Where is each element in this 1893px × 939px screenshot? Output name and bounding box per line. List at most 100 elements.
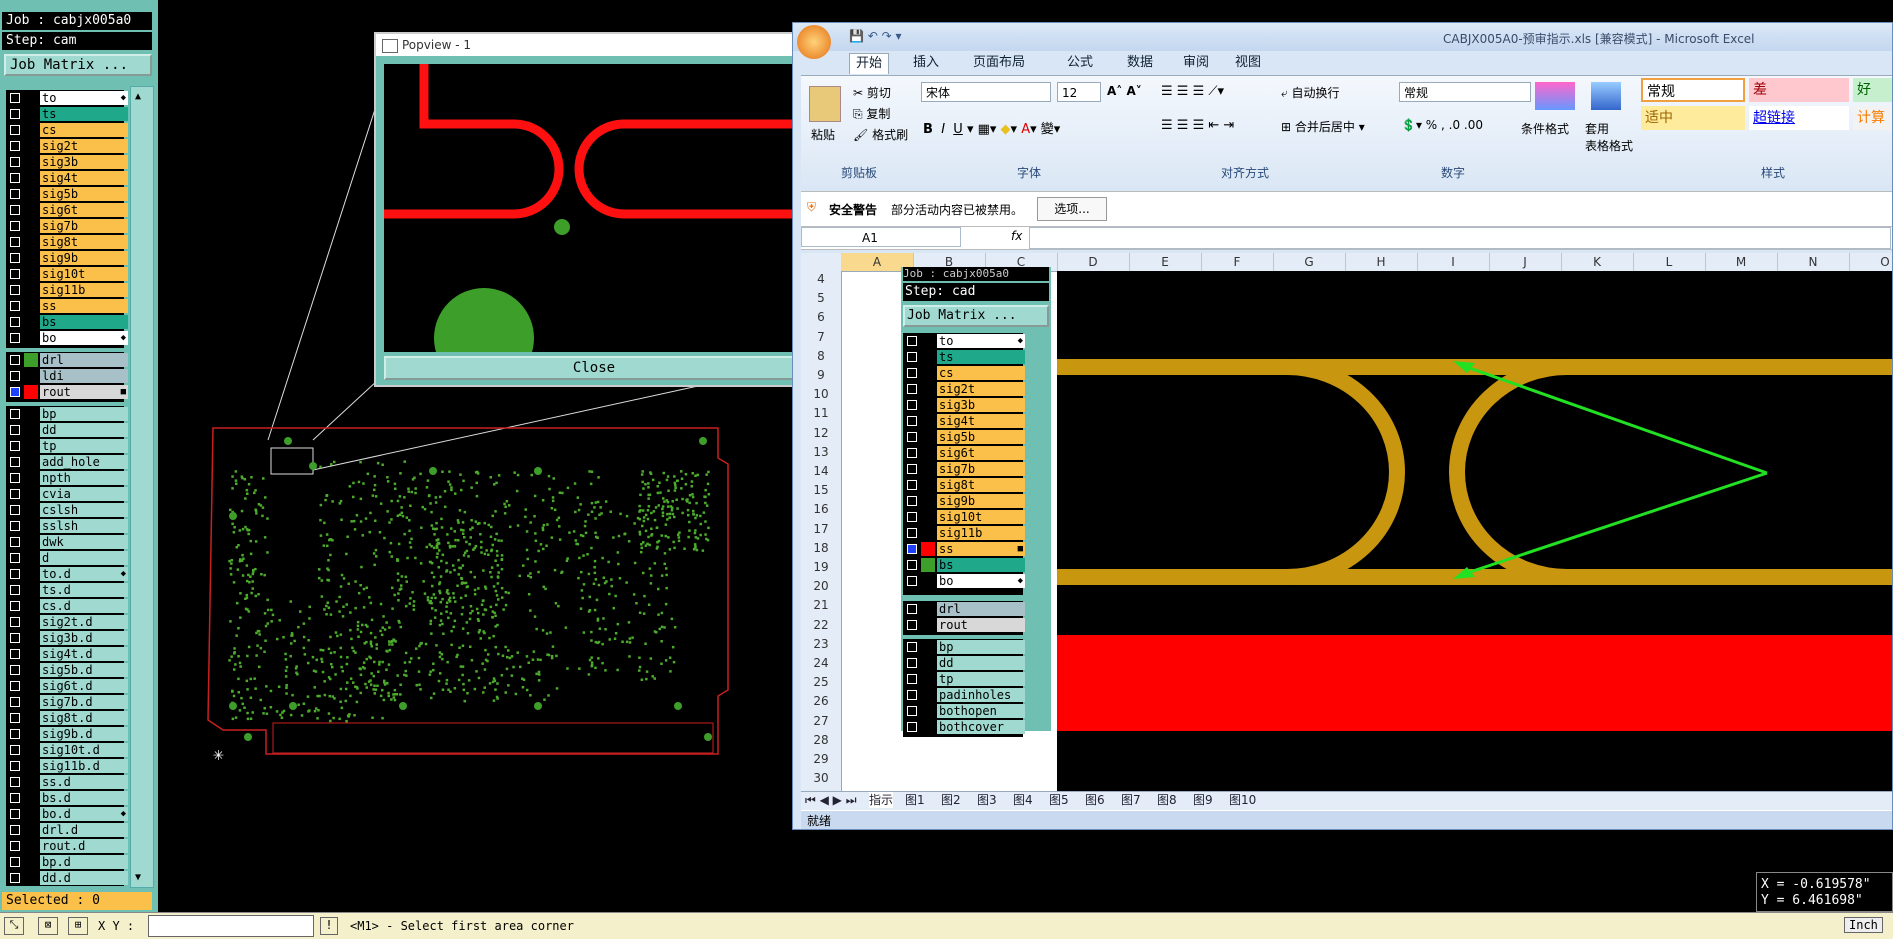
layer-checkbox[interactable] [10, 425, 20, 435]
layer-row[interactable]: sig10t [6, 266, 128, 282]
layer-row[interactable]: sig6t [903, 445, 1025, 461]
layer-checkbox[interactable] [10, 301, 20, 311]
layer-label[interactable]: bp [937, 640, 1025, 654]
column-header[interactable]: O [1849, 253, 1892, 271]
style-hyperlink[interactable]: 超链接 [1749, 106, 1849, 130]
layer-checkbox[interactable] [10, 505, 20, 515]
layer-label[interactable]: dwk [40, 535, 128, 549]
column-header[interactable]: N [1777, 253, 1850, 271]
layer-row[interactable]: bs [903, 557, 1025, 573]
row-header[interactable]: 8 [801, 348, 841, 364]
layer-checkbox[interactable] [907, 480, 917, 490]
layer-label[interactable]: cs.d [40, 599, 128, 613]
layer-row[interactable]: sslsh [6, 518, 128, 534]
layer-label[interactable]: bs.d [40, 791, 128, 805]
layer-checkbox[interactable] [907, 674, 917, 684]
number-format-icons[interactable]: 💲▾ % , .0 .00 [1401, 118, 1483, 132]
style-normal[interactable]: 常规 [1641, 78, 1745, 102]
layer-checkbox[interactable] [10, 221, 20, 231]
wrap-text-button[interactable]: ⤶ 自动换行 [1281, 84, 1340, 101]
xy-input[interactable] [148, 915, 314, 937]
layer-checkbox[interactable] [10, 553, 20, 563]
layer-label[interactable]: bp.d [40, 855, 128, 869]
layer-label[interactable]: dd.d [40, 871, 128, 885]
layer-row[interactable]: drl.d [6, 822, 128, 838]
column-header[interactable]: F [1201, 253, 1274, 271]
row-header[interactable]: 12 [801, 425, 841, 441]
sheet-tab[interactable]: 图6 [1085, 792, 1105, 808]
security-options-button[interactable]: 选项... [1037, 197, 1107, 221]
column-header[interactable]: E [1129, 253, 1202, 271]
row-header[interactable]: 6 [801, 309, 841, 325]
layer-checkbox[interactable] [10, 441, 20, 451]
layer-checkbox[interactable] [10, 317, 20, 327]
layer-label[interactable]: ss.d [40, 775, 128, 789]
layer-checkbox[interactable] [10, 681, 20, 691]
embedded-trace-image[interactable] [1057, 271, 1893, 791]
layer-checkbox[interactable] [907, 448, 917, 458]
layer-checkbox[interactable] [10, 457, 20, 467]
layer-checkbox[interactable] [10, 617, 20, 627]
ribbon-tab[interactable]: 页面布局 [967, 53, 1031, 73]
layer-row[interactable]: to ◆ [6, 90, 128, 106]
layer-checkbox[interactable] [10, 269, 20, 279]
layer-checkbox[interactable] [10, 777, 20, 787]
layer-checkbox[interactable] [10, 371, 20, 381]
layer-label[interactable]: sig8t [937, 478, 1025, 492]
units-indicator[interactable]: Inch [1844, 917, 1883, 933]
layer-row[interactable]: cvia [6, 486, 128, 502]
layer-checkbox[interactable] [10, 649, 20, 659]
layer-checkbox[interactable] [10, 729, 20, 739]
layer-label[interactable]: rout ■ [40, 385, 128, 399]
layer-row[interactable]: sig7b [6, 218, 128, 234]
worksheet-grid[interactable]: ABCDEFGHIJKLMNO 4 5 6 7 8 9 10 11 12 13 14 15 16 17 18… [801, 253, 1893, 811]
layer-label[interactable]: ts [937, 350, 1025, 364]
layer-checkbox[interactable] [10, 355, 20, 365]
layer-checkbox[interactable] [10, 809, 20, 819]
layer-label[interactable]: npth [40, 471, 128, 485]
layer-checkbox[interactable] [907, 336, 917, 346]
layer-row[interactable]: sig4t [6, 170, 128, 186]
row-header[interactable]: 17 [801, 521, 841, 537]
style-neutral[interactable]: 适中 [1641, 106, 1745, 130]
layer-row[interactable]: sig10t [903, 509, 1025, 525]
layer-checkbox[interactable] [10, 489, 20, 499]
layer-checkbox[interactable] [10, 841, 20, 851]
layer-checkbox[interactable] [907, 544, 917, 554]
layer-label[interactable]: sig7b [937, 462, 1025, 476]
layer-checkbox[interactable] [10, 713, 20, 723]
layer-label[interactable]: add_hole [40, 455, 128, 469]
layer-label[interactable]: ts [40, 107, 128, 121]
row-header[interactable]: 23 [801, 636, 841, 652]
ribbon-tab[interactable]: 插入 [907, 53, 945, 73]
layer-label[interactable]: bo ◆ [40, 331, 128, 345]
layer-label[interactable]: sig5b.d [40, 663, 128, 677]
column-header[interactable]: D [1057, 253, 1130, 271]
grid-tool-icon[interactable]: ⊞ [68, 917, 88, 935]
layer-row[interactable]: sig11b [6, 282, 128, 298]
layer-row[interactable]: sig10t.d [6, 742, 128, 758]
layer-label[interactable]: sig2t [937, 382, 1025, 396]
layer-label[interactable]: bo.d ◆ [40, 807, 128, 821]
row-header[interactable]: 11 [801, 405, 841, 421]
layer-checkbox[interactable] [10, 141, 20, 151]
conditional-format-icon[interactable] [1535, 82, 1575, 110]
layer-label[interactable]: sig3b [40, 155, 128, 169]
layer-checkbox[interactable] [10, 93, 20, 103]
horizontal-align-icons[interactable]: ☰ ☰ ☰ ⇤ ⇥ [1161, 118, 1234, 133]
table-format-icon[interactable] [1591, 82, 1621, 110]
layer-label[interactable]: drl.d [40, 823, 128, 837]
layer-row[interactable]: sig11b [903, 525, 1025, 541]
row-header[interactable]: 28 [801, 732, 841, 748]
layer-label[interactable]: bp [40, 407, 128, 421]
row-header[interactable]: 22 [801, 617, 841, 633]
layer-checkbox[interactable] [10, 761, 20, 771]
layer-label[interactable]: cslsh [40, 503, 128, 517]
column-header[interactable]: L [1633, 253, 1706, 271]
layer-label[interactable]: rout [937, 618, 1025, 632]
layer-checkbox[interactable] [10, 109, 20, 119]
layer-checkbox[interactable] [907, 576, 917, 586]
layer-label[interactable]: to ◆ [937, 334, 1025, 348]
layer-row[interactable]: sig5b [903, 429, 1025, 445]
ribbon-tab[interactable]: 审阅 [1177, 53, 1215, 73]
